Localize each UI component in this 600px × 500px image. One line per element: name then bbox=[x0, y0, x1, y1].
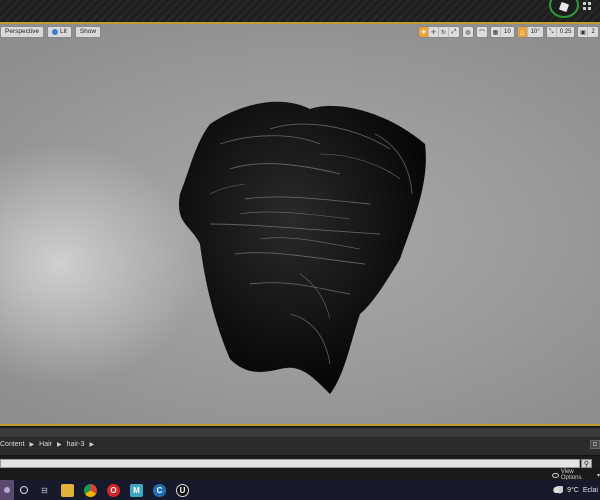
weather-text[interactable]: Eclai bbox=[583, 487, 598, 494]
search-row: ⚲ bbox=[0, 457, 600, 469]
taskbar-apps: ⊟ O M C U bbox=[38, 483, 189, 497]
breadcrumb-hair-3[interactable]: hair-3 bbox=[67, 441, 85, 448]
chrome-icon[interactable] bbox=[84, 483, 97, 497]
lit-sphere-icon bbox=[51, 29, 58, 35]
chevron-right-icon[interactable]: ▶ bbox=[30, 441, 35, 448]
surface-snap[interactable]: ⌒ bbox=[476, 26, 488, 38]
breadcrumb-content[interactable]: Content bbox=[0, 441, 25, 448]
breadcrumb-hair[interactable]: Hair bbox=[39, 441, 52, 448]
eye-icon bbox=[552, 472, 559, 478]
lock-icon[interactable]: ⊡ bbox=[590, 440, 600, 449]
editor-top-bar bbox=[0, 0, 600, 22]
transform-tools: ✥ ✛ ↻ ⤢ bbox=[418, 26, 460, 38]
grid-snap-icon: ▦ bbox=[491, 27, 501, 37]
chevron-right-icon[interactable]: ▶ bbox=[57, 441, 62, 448]
scale-snap[interactable]: ⤡ 0.25 bbox=[545, 26, 576, 38]
unreal-editor-window: Perspective Lit Show ✥ ✛ ↻ ⤢ ◍ ⌒ ▦ 10 △ … bbox=[0, 0, 600, 500]
weather-icon[interactable] bbox=[552, 486, 564, 494]
badge-icon bbox=[558, 1, 570, 13]
world-local-toggle[interactable]: ◍ bbox=[462, 26, 474, 38]
perspective-button[interactable]: Perspective bbox=[0, 26, 44, 38]
scale-snap-icon: ⤡ bbox=[547, 27, 557, 37]
content-browser-header bbox=[0, 428, 600, 437]
grid-snap[interactable]: ▦ 10 bbox=[490, 26, 515, 38]
show-label: Show bbox=[79, 27, 97, 35]
viewport-toolbar-left: Perspective Lit Show bbox=[0, 26, 102, 38]
surface-snap-icon: ⌒ bbox=[478, 30, 485, 37]
chevron-right-icon[interactable]: ▶ bbox=[90, 441, 95, 448]
taskbar-search-icon[interactable] bbox=[20, 486, 28, 494]
maya-icon[interactable]: M bbox=[130, 483, 143, 497]
camera-speed[interactable]: ▣ 2 bbox=[577, 26, 599, 38]
unreal-engine-icon[interactable]: U bbox=[176, 483, 189, 497]
select-mode-icon[interactable]: ✥ bbox=[419, 27, 429, 37]
level-viewport[interactable]: Perspective Lit Show ✥ ✛ ↻ ⤢ ◍ ⌒ ▦ 10 △ … bbox=[0, 22, 600, 426]
translate-icon[interactable]: ✛ bbox=[429, 27, 439, 37]
source-control-badge[interactable] bbox=[549, 0, 579, 18]
rotate-icon[interactable]: ↻ bbox=[439, 27, 449, 37]
grid-snap-value[interactable]: 10 bbox=[501, 27, 514, 37]
globe-icon: ◍ bbox=[465, 29, 471, 36]
viewport-toolbar-right: ✥ ✛ ↻ ⤢ ◍ ⌒ ▦ 10 △ 10° ⤡ 0.25 ▣ 2 bbox=[418, 26, 599, 38]
hair-mesh[interactable] bbox=[150, 74, 450, 404]
rotation-snap[interactable]: △ 10° bbox=[516, 26, 544, 38]
lit-label: Lit bbox=[59, 27, 67, 35]
grid-icon bbox=[583, 2, 591, 10]
opera-icon[interactable]: O bbox=[107, 483, 120, 497]
rotation-snap-value[interactable]: 10° bbox=[528, 27, 543, 37]
windows-taskbar: ⊟ O M C U 9°C Eclai bbox=[0, 480, 600, 500]
search-icon[interactable]: ⚲ bbox=[581, 459, 592, 468]
show-button[interactable]: Show bbox=[74, 26, 102, 38]
asset-search-input[interactable] bbox=[0, 459, 580, 468]
breadcrumb: Content ▶ Hair ▶ hair-3 ▶ bbox=[0, 441, 94, 448]
system-tray: 9°C Eclai bbox=[552, 486, 600, 494]
start-icon bbox=[4, 487, 10, 493]
start-button[interactable] bbox=[0, 480, 14, 500]
perspective-label: Perspective bbox=[5, 27, 39, 35]
temperature[interactable]: 9°C bbox=[567, 487, 579, 494]
rotation-snap-icon: △ bbox=[517, 27, 528, 37]
task-view-icon[interactable]: ⊟ bbox=[38, 484, 51, 497]
file-explorer-icon[interactable] bbox=[61, 483, 74, 497]
camera-speed-value[interactable]: 2 bbox=[588, 27, 597, 37]
scale-icon[interactable]: ⤢ bbox=[449, 27, 459, 37]
lit-button[interactable]: Lit bbox=[46, 26, 72, 38]
layout-toggle[interactable] bbox=[583, 2, 591, 10]
app-c-icon[interactable]: C bbox=[153, 483, 166, 497]
camera-speed-icon: ▣ bbox=[578, 27, 589, 37]
scale-snap-value[interactable]: 0.25 bbox=[557, 27, 575, 37]
content-browser-bar: Content ▶ Hair ▶ hair-3 ▶ ⊡ bbox=[0, 428, 600, 456]
